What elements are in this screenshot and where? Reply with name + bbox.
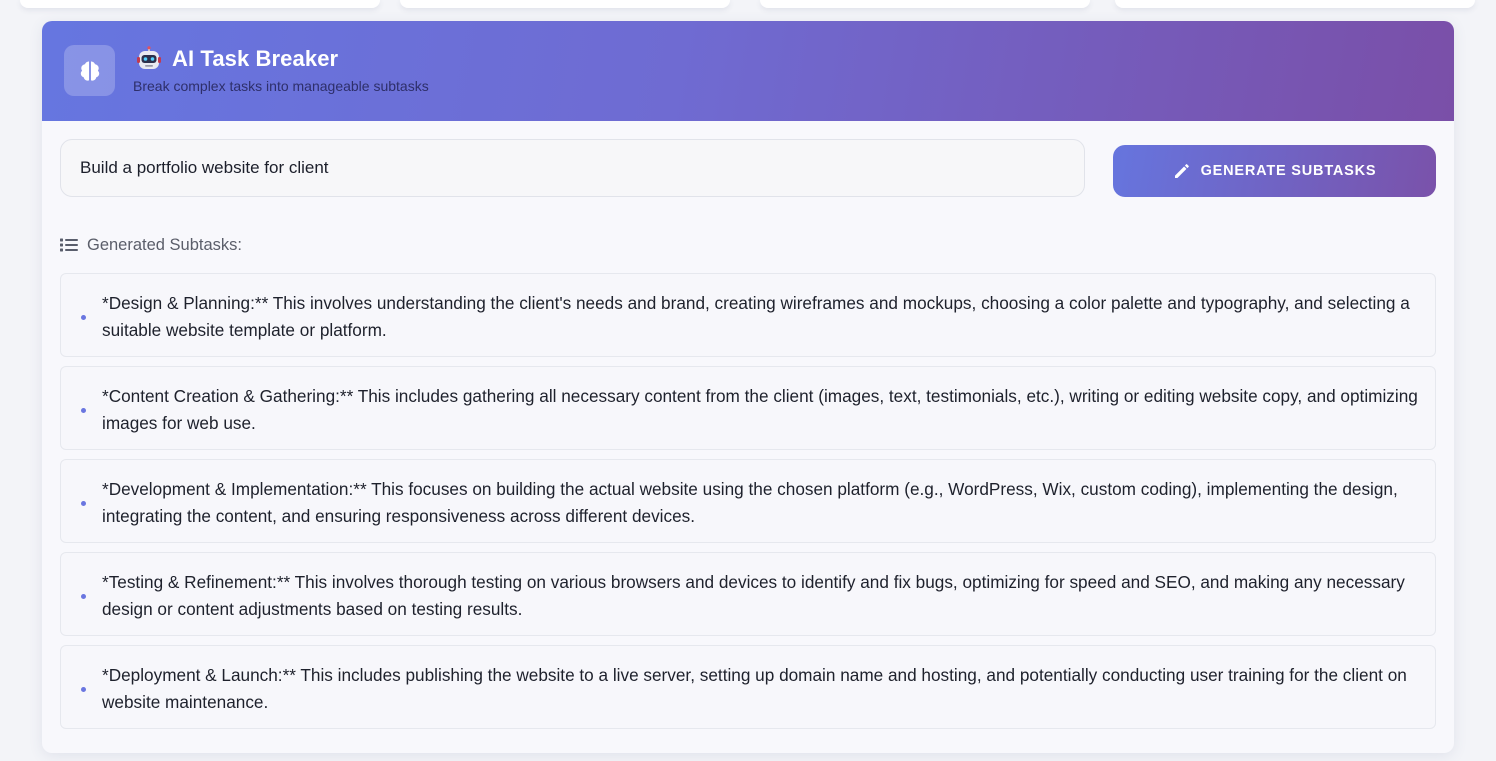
bullet-icon (81, 501, 86, 506)
subtask-list: *Design & Planning:** This involves unde… (60, 273, 1436, 738)
bullet-icon (81, 408, 86, 413)
brain-icon (80, 61, 99, 81)
subtask-item: *Development & Implementation:** This fo… (60, 459, 1436, 543)
bullet-icon (81, 687, 86, 692)
subtask-item: *Testing & Refinement:** This involves t… (60, 552, 1436, 636)
brain-logo (64, 45, 115, 96)
pencil-icon (1174, 164, 1189, 178)
subtask-item: *Deployment & Launch:** This includes pu… (60, 645, 1436, 729)
subtask-text: *Design & Planning:** This involves unde… (102, 293, 1410, 340)
subtasks-heading: Generated Subtasks: (60, 235, 242, 255)
top-shadow-strip (0, 0, 1496, 14)
subtask-item: *Content Creation & Gathering:** This in… (60, 366, 1436, 450)
subtask-item: *Design & Planning:** This involves unde… (60, 273, 1436, 357)
robot-icon (137, 46, 161, 69)
app-header: AI Task Breaker Break complex tasks into… (42, 21, 1454, 121)
generate-button-label: GENERATE SUBTASKS (1200, 163, 1377, 179)
subtasks-heading-label: Generated Subtasks: (87, 235, 243, 254)
subtask-text: *Deployment & Launch:** This includes pu… (102, 665, 1407, 712)
subtask-text: *Development & Implementation:** This fo… (102, 479, 1398, 526)
app-subtitle: Break complex tasks into manageable subt… (133, 78, 429, 94)
bullet-icon (81, 315, 86, 320)
task-input[interactable] (60, 139, 1085, 197)
app-title: AI Task Breaker (172, 46, 339, 71)
subtask-text: *Testing & Refinement:** This involves t… (102, 572, 1405, 619)
subtask-text: *Content Creation & Gathering:** This in… (102, 386, 1418, 433)
list-icon (60, 238, 78, 252)
bullet-icon (81, 594, 86, 599)
generate-subtasks-button[interactable]: GENERATE SUBTASKS (1113, 145, 1436, 197)
task-breaker-card: AI Task Breaker Break complex tasks into… (42, 21, 1454, 753)
